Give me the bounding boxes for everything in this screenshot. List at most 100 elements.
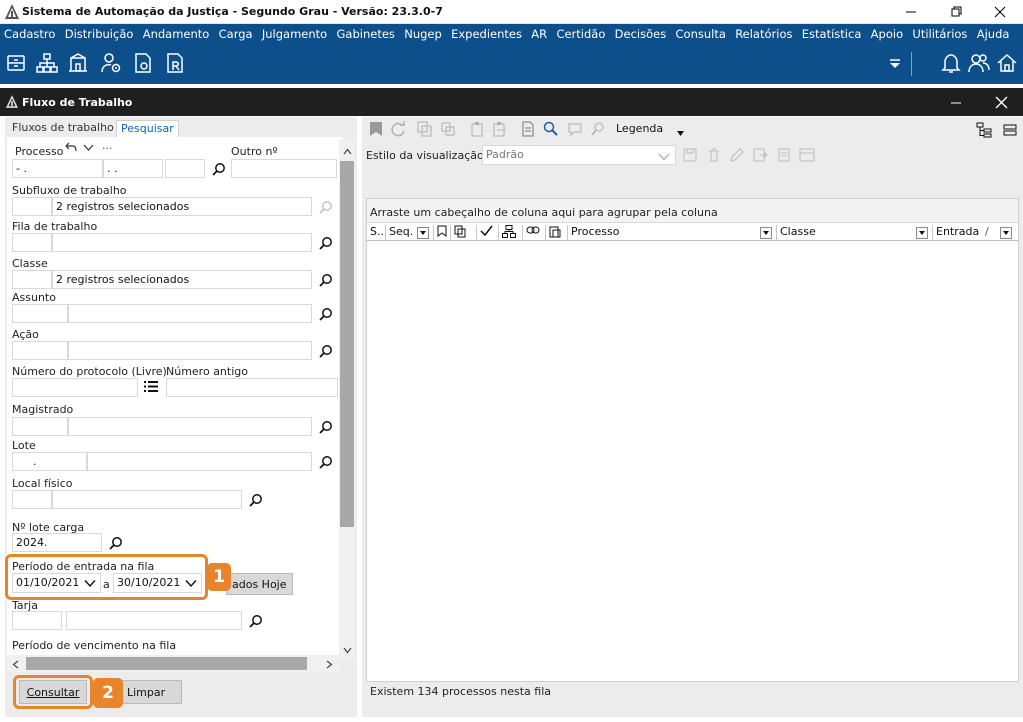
minimize-button[interactable] [888,0,934,24]
lote-search-icon[interactable] [319,455,333,472]
paste-special-icon[interactable] [492,121,508,137]
acao-field[interactable] [68,341,312,360]
entrada-filter-icon[interactable] [1000,227,1012,239]
form-horizontal-scroll-thumb[interactable] [26,657,307,670]
magistrado-code-field[interactable] [12,417,68,436]
col-header-bookmark[interactable] [434,225,451,241]
fila-search-icon[interactable] [319,236,333,253]
edit-style-icon[interactable] [729,147,745,163]
hierarchy-icon[interactable] [36,52,58,74]
delete-style-icon[interactable] [706,147,722,163]
local-fisico-code-field[interactable] [12,490,52,509]
processo-field-2[interactable]: . . [103,159,163,178]
menu-nugep[interactable]: Nugep [404,27,442,41]
pin-icon[interactable] [590,121,606,137]
local-fisico-search-icon[interactable] [249,493,263,510]
menu-utilitarios[interactable]: Utilitários [912,27,967,41]
document-o-icon[interactable] [132,52,154,74]
menu-consulta[interactable]: Consulta [676,27,726,41]
menu-ar[interactable]: AR [531,27,547,41]
acao-code-field[interactable] [12,341,68,360]
magnifier-document-icon[interactable] [543,121,559,137]
tarja-code-field[interactable] [12,611,62,630]
classe-filter-icon[interactable] [916,227,928,239]
list-icon[interactable] [144,380,158,396]
menu-ajuda[interactable]: Ajuda [977,27,1010,41]
processo-field-3[interactable] [165,159,205,178]
menu-decisoes[interactable]: Decisões [615,27,667,41]
scroll-left-icon[interactable] [12,659,19,672]
court-building-icon[interactable] [67,52,89,74]
numero-antigo-field[interactable] [166,378,338,397]
list-style-icon[interactable] [776,147,792,163]
classe-code-field[interactable] [12,270,52,289]
entrada-sort-icon[interactable]: / [985,225,989,238]
estilo-select[interactable]: Padrão [482,145,676,165]
toolbar-dropdown-icon[interactable] [888,58,902,73]
close-button[interactable] [977,0,1023,24]
col-header-classe[interactable]: Classe [777,225,933,241]
subwindow-minimize-button[interactable] [950,97,962,112]
local-fisico-field[interactable] [52,490,242,509]
col-header-entrada[interactable]: Entrada / [933,225,1018,241]
paste-icon[interactable] [470,121,486,137]
col-header-check[interactable] [477,225,499,241]
stack-view-icon[interactable] [1002,122,1018,138]
col-header-link[interactable] [523,225,546,241]
menu-expedientes[interactable]: Expedientes [451,27,522,41]
comment-icon[interactable] [567,121,583,137]
legenda-dropdown[interactable]: Legenda [616,122,663,135]
protocolo-field[interactable] [12,378,138,397]
lote-field[interactable] [87,452,312,471]
restore-button[interactable] [934,0,980,24]
fila-field[interactable] [52,233,312,252]
menu-distribuicao[interactable]: Distribuição [65,27,134,41]
lote-carga-field[interactable]: 2024. [12,533,102,552]
more-options-icon[interactable]: ··· [102,142,113,155]
user-settings-icon[interactable] [100,52,122,74]
menu-cadastro[interactable]: Cadastro [4,27,55,41]
classe-field[interactable]: 2 registros selecionados [52,270,312,289]
date-to-chevron-down-icon[interactable] [185,578,197,591]
bookmark-icon[interactable] [368,121,384,137]
tree-view-icon[interactable] [976,122,992,138]
estilo-chevron-down-icon[interactable] [658,151,670,164]
refresh-icon[interactable] [390,121,406,137]
selecionados-hoje-button[interactable]: ados Hoje [226,573,293,595]
col-header-copies[interactable] [451,225,477,241]
users-icon[interactable] [968,52,990,74]
chevron-down-icon[interactable] [83,142,94,155]
scroll-up-icon[interactable] [343,145,352,158]
duplicate-icon[interactable] [440,121,456,137]
subwindow-close-button[interactable] [995,96,1008,112]
archive-icon[interactable] [5,52,27,74]
tarja-search-icon[interactable] [249,614,263,631]
undo-icon[interactable] [65,141,77,156]
processo-field-1[interactable]: - . [12,159,103,178]
menu-apoio[interactable]: Apoio [871,27,903,41]
subfluxo-code-field[interactable] [12,197,52,216]
menu-carga[interactable]: Carga [219,27,253,41]
fila-code-field[interactable] [12,233,52,252]
processo-filter-icon[interactable] [760,227,772,239]
menu-estatistica[interactable]: Estatística [802,27,862,41]
col-header-processo[interactable]: Processo [568,225,777,241]
menu-certidao[interactable]: Certidão [556,27,605,41]
document-view-icon[interactable] [520,121,536,137]
subfluxo-field[interactable]: 2 registros selecionados [52,197,312,216]
copy-icon[interactable] [417,121,433,137]
outro-field[interactable] [231,159,337,178]
scroll-right-icon[interactable] [326,659,333,672]
menu-gabinetes[interactable]: Gabinetes [337,27,395,41]
assunto-code-field[interactable] [12,304,68,323]
col-header-s[interactable]: S... [367,225,386,241]
legenda-chevron-down-icon[interactable] [677,126,684,139]
col-header-seq[interactable]: Seq. [386,225,434,241]
menu-julgamento[interactable]: Julgamento [262,27,327,41]
tab-fluxos[interactable]: Fluxos de trabalho [8,120,118,137]
scroll-down-icon[interactable] [343,644,352,657]
assunto-field[interactable] [68,304,312,323]
seq-filter-icon[interactable] [417,227,429,239]
processo-search-icon[interactable] [212,162,226,179]
save-style-icon[interactable] [682,147,698,163]
